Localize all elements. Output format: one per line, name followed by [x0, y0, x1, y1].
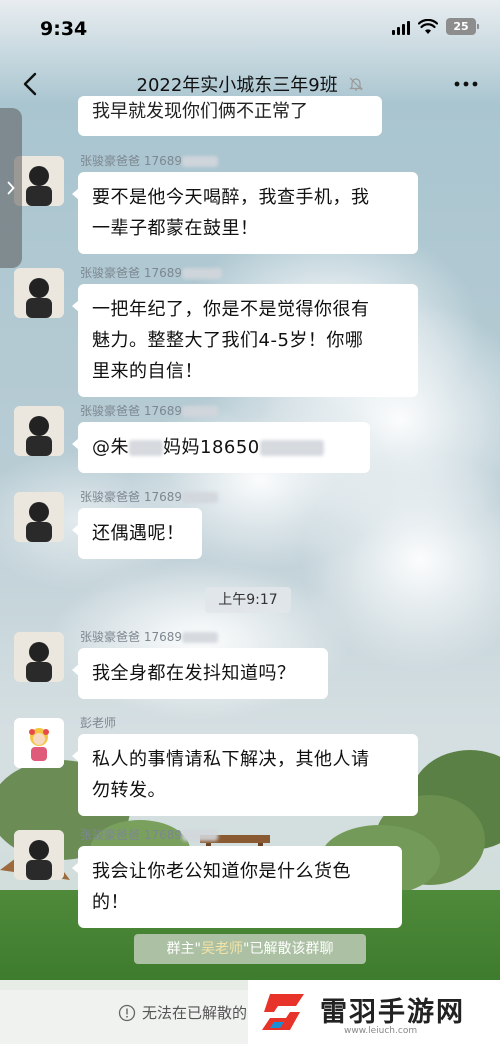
signal-icon	[392, 19, 410, 35]
redaction-blur	[259, 440, 324, 456]
message-line: 还偶遇呢！	[92, 523, 185, 544]
watermark-name: 雷羽手游网	[320, 997, 465, 1028]
sender-name: 张骏豪爸爸 17689	[80, 152, 218, 169]
message-line: 一把年纪了，你是不是觉得你很有	[92, 299, 370, 320]
message-line: 我会让你老公知道你是什么货色	[92, 861, 351, 882]
redaction-blur	[182, 632, 218, 643]
message-text: 妈妈18650	[163, 437, 260, 458]
message-bubble[interactable]: 我全身都在发抖知道吗？	[72, 648, 328, 699]
status-icons: 25	[392, 18, 479, 35]
avatar[interactable]	[14, 406, 64, 456]
status-time: 9:34	[40, 18, 88, 40]
avatar[interactable]	[14, 718, 64, 768]
more-options-button[interactable]	[450, 70, 482, 98]
message-line: 我全身都在发抖知道吗？	[92, 663, 296, 684]
system-notice-prefix: 群主"	[166, 941, 201, 957]
info-icon	[118, 1004, 136, 1021]
redaction-blur	[129, 440, 163, 456]
sender-name: 彭老师	[80, 716, 117, 730]
redaction-blur	[182, 830, 218, 841]
chat-header: 2022年实小城东三年9班	[0, 56, 500, 112]
redaction-blur	[182, 268, 222, 279]
avatar-image	[14, 632, 64, 682]
chevron-right-icon	[7, 181, 15, 195]
avatar-image	[14, 406, 64, 456]
redaction-blur	[182, 156, 218, 167]
redaction-blur	[182, 406, 218, 417]
brand-logo-icon	[262, 994, 304, 1030]
message-line: 一辈子都蒙在鼓里！	[92, 218, 259, 239]
avatar-image	[14, 268, 64, 318]
watermark-url: www.leiuch.com	[344, 1026, 418, 1036]
mention-text: @朱	[92, 437, 129, 458]
message-bubble[interactable]: 私人的事情请私下解决，其他人请 勿转发。	[72, 734, 418, 816]
disabled-input-notice: 无法在已解散的	[118, 1002, 247, 1023]
message-bubble[interactable]: 我会让你老公知道你是什么货色 的！	[72, 846, 402, 928]
redaction-blur	[182, 492, 218, 503]
sender-name: 张骏豪爸爸 17689	[80, 628, 218, 645]
chat-title-wrap: 2022年实小城东三年9班	[0, 71, 500, 97]
side-drawer-handle[interactable]	[0, 108, 22, 268]
avatar[interactable]	[14, 492, 64, 542]
sender-name: 张骏豪爸爸 17689	[80, 402, 218, 419]
message-line: 私人的事情请私下解决，其他人请	[92, 749, 370, 770]
site-watermark: 雷羽手游网 www.leiuch.com	[248, 980, 500, 1044]
message-bubble[interactable]: @朱 妈妈18650	[72, 422, 370, 473]
avatar[interactable]	[14, 632, 64, 682]
battery-icon: 25	[446, 18, 479, 35]
message-line: 里来的自信！	[92, 361, 203, 382]
avatar-image	[14, 718, 64, 768]
avatar[interactable]	[14, 268, 64, 318]
message-line: 勿转发。	[92, 780, 166, 801]
wifi-icon	[418, 18, 438, 34]
message-line: 的！	[92, 892, 129, 913]
avatar[interactable]	[14, 830, 64, 880]
sender-name: 张骏豪爸爸 17689	[80, 264, 222, 281]
more-dots-icon	[454, 81, 478, 87]
group-owner-name[interactable]: 吴老师	[201, 941, 243, 957]
sender-name: 张骏豪爸爸 17689	[80, 488, 218, 505]
sender-name: 张骏豪爸爸 17689	[80, 826, 218, 843]
message-bubble[interactable]: 一把年纪了，你是不是觉得你很有 魅力。整整大了我们4-5岁！你哪 里来的自信！	[72, 284, 418, 397]
system-notice-suffix: "已解散该群聊	[243, 941, 334, 957]
avatar-image	[14, 492, 64, 542]
message-bubble[interactable]: 还偶遇呢！	[72, 508, 202, 559]
message-timestamp: 上午9:17	[205, 587, 291, 613]
message-bubble[interactable]: 要不是他今天喝醉，我查手机，我 一辈子都蒙在鼓里！	[72, 172, 418, 254]
disabled-input-text: 无法在已解散的	[142, 1004, 248, 1022]
status-bar: 9:34 25	[0, 0, 500, 56]
mute-bell-icon	[348, 77, 363, 91]
chat-title: 2022年实小城东三年9班	[136, 75, 338, 96]
message-line: 要不是他今天喝醉，我查手机，我	[92, 187, 370, 208]
system-notice: 群主"吴老师"已解散该群聊	[134, 934, 366, 964]
message-line: 魅力。整整大了我们4-5岁！你哪	[92, 330, 364, 351]
avatar-image	[14, 830, 64, 880]
